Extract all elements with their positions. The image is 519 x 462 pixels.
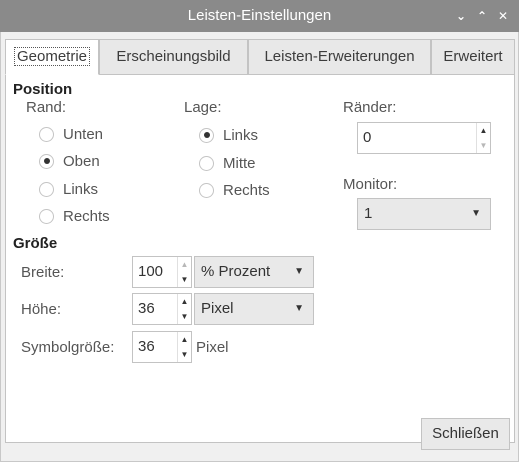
increment-icon[interactable]: ▲ bbox=[178, 294, 191, 309]
increment-icon[interactable]: ▲ bbox=[178, 257, 191, 272]
radio-lage-links[interactable]: Links bbox=[199, 125, 258, 145]
decrement-icon[interactable]: ▼ bbox=[477, 138, 490, 153]
radio-circle bbox=[39, 181, 54, 197]
close-icon[interactable]: ✕ bbox=[495, 8, 511, 24]
symbolgroesse-label: Symbolgröße: bbox=[21, 339, 115, 356]
rand-label: Rand: bbox=[26, 99, 67, 116]
increment-icon[interactable]: ▲ bbox=[477, 123, 490, 138]
raender-stepper[interactable]: 0 ▲ ▼ bbox=[357, 122, 491, 154]
stepper-arrows: ▲ ▼ bbox=[177, 257, 191, 287]
groesse-heading: Größe bbox=[13, 235, 58, 252]
decrement-icon[interactable]: ▼ bbox=[178, 272, 191, 287]
stepper-arrows: ▲ ▼ bbox=[476, 123, 490, 153]
increment-icon[interactable]: ▲ bbox=[178, 332, 191, 347]
decrement-icon[interactable]: ▼ bbox=[178, 309, 191, 324]
title-bar[interactable]: Leisten-Einstellungen ⌄ ⌃ ✕ bbox=[0, 0, 519, 32]
position-heading: Position bbox=[13, 81, 73, 98]
radio-label: Unten bbox=[63, 125, 104, 143]
tab-label: Erscheinungsbild bbox=[116, 48, 231, 65]
radio-rand-unten[interactable]: Unten bbox=[39, 124, 103, 144]
tab-leisten-erweiterungen[interactable]: Leisten-Erweiterungen bbox=[248, 39, 431, 75]
lage-label: Lage: bbox=[184, 99, 222, 116]
hoehe-value: 36 bbox=[138, 300, 155, 317]
stepper-arrows: ▲ ▼ bbox=[177, 294, 191, 324]
radio-circle bbox=[39, 153, 54, 169]
symbolgroesse-value: 36 bbox=[138, 338, 155, 355]
radio-label: Rechts bbox=[223, 181, 270, 199]
tab-label: Leisten-Erweiterungen bbox=[264, 48, 415, 65]
breite-value: 100 bbox=[138, 263, 164, 280]
tab-erscheinungsbild[interactable]: Erscheinungsbild bbox=[99, 39, 248, 75]
tab-geometrie[interactable]: Geometrie bbox=[5, 39, 99, 75]
tab-label: Erweitert bbox=[443, 48, 503, 65]
radio-rand-rechts[interactable]: Rechts bbox=[39, 206, 110, 226]
radio-rand-links[interactable]: Links bbox=[39, 179, 98, 199]
chevron-down-icon: ▼ bbox=[471, 208, 481, 219]
hoehe-label: Höhe: bbox=[21, 301, 62, 318]
chevron-down-icon[interactable]: ⌄ bbox=[453, 8, 469, 24]
chevron-down-icon: ▼ bbox=[294, 303, 304, 314]
hoehe-unit-select[interactable]: Pixel ▼ bbox=[194, 293, 314, 325]
chevron-down-icon: ▼ bbox=[294, 266, 304, 277]
radio-lage-rechts[interactable]: Rechts bbox=[199, 180, 270, 200]
radio-label: Mitte bbox=[223, 154, 256, 172]
monitor-select[interactable]: 1 ▼ bbox=[357, 198, 491, 230]
monitor-value: 1 bbox=[364, 205, 373, 222]
radio-label: Links bbox=[63, 180, 99, 198]
chevron-up-icon[interactable]: ⌃ bbox=[474, 8, 490, 24]
radio-circle bbox=[39, 208, 54, 224]
radio-circle bbox=[199, 182, 214, 198]
geometry-panel: Position Rand: Unten Oben Links Rechts L… bbox=[5, 74, 515, 443]
window-title: Leisten-Einstellungen bbox=[187, 7, 332, 24]
dialog-body: Geometrie Erscheinungsbild Leisten-Erwei… bbox=[0, 32, 519, 462]
symbolgroesse-stepper[interactable]: 36 ▲ ▼ bbox=[132, 331, 192, 363]
close-button[interactable]: Schließen bbox=[421, 418, 510, 450]
stepper-arrows: ▲ ▼ bbox=[177, 332, 191, 362]
breite-label: Breite: bbox=[21, 264, 65, 281]
radio-circle bbox=[39, 126, 54, 142]
hoehe-unit: Pixel bbox=[201, 300, 234, 317]
tab-label: Geometrie bbox=[13, 47, 91, 66]
raender-value: 0 bbox=[363, 129, 372, 146]
raender-label: Ränder: bbox=[343, 99, 397, 116]
radio-circle bbox=[199, 127, 214, 143]
radio-lage-mitte[interactable]: Mitte bbox=[199, 153, 256, 173]
radio-rand-oben[interactable]: Oben bbox=[39, 151, 100, 171]
monitor-label: Monitor: bbox=[343, 176, 398, 193]
tab-erweitert[interactable]: Erweitert bbox=[431, 39, 515, 75]
breite-stepper[interactable]: 100 ▲ ▼ bbox=[132, 256, 192, 288]
symbolgroesse-unit: Pixel bbox=[196, 339, 229, 356]
radio-label: Oben bbox=[63, 152, 100, 170]
breite-unit-select[interactable]: % Prozent ▼ bbox=[194, 256, 314, 288]
breite-unit: % Prozent bbox=[201, 263, 271, 280]
hoehe-stepper[interactable]: 36 ▲ ▼ bbox=[132, 293, 192, 325]
decrement-icon[interactable]: ▼ bbox=[178, 347, 191, 362]
radio-label: Rechts bbox=[63, 207, 110, 225]
radio-label: Links bbox=[223, 126, 259, 144]
radio-circle bbox=[199, 155, 214, 171]
